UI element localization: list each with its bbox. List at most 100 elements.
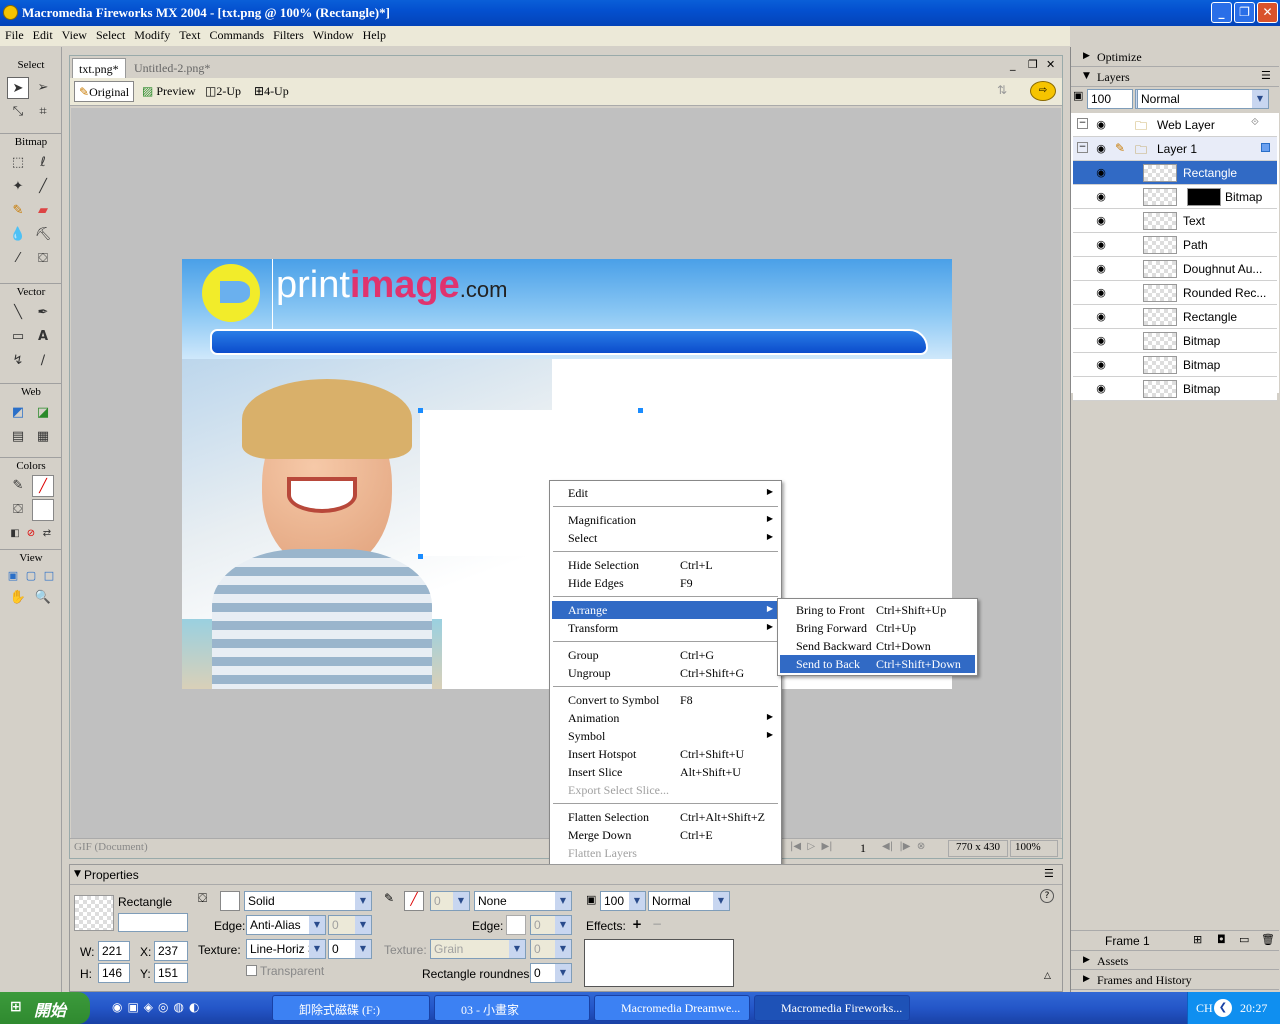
eye-icon[interactable]: ◉ (1093, 311, 1109, 322)
context-item-hide-edges[interactable]: Hide Edges F9 (552, 574, 779, 592)
view-preview-button[interactable]: ▨ Preview (142, 84, 196, 99)
context-item-flatten-selection[interactable]: Flatten Selection Ctrl+Alt+Shift+Z (552, 808, 779, 826)
context-item-merge-down[interactable]: Merge Down Ctrl+E (552, 826, 779, 844)
context-item-ungroup[interactable]: Ungroup Ctrl+Shift+G (552, 664, 779, 682)
start-button[interactable]: ⊞ 開始 (0, 992, 90, 1024)
minimize-button[interactable]: _ (1211, 2, 1232, 23)
eye-icon[interactable]: ◉ (1093, 119, 1109, 130)
tab-txt-png[interactable]: txt.png* (72, 58, 126, 78)
menu-help[interactable]: Help (358, 26, 390, 43)
y-input[interactable]: 151 (154, 963, 188, 983)
context-item-hide-selection[interactable]: Hide Selection Ctrl+L (552, 556, 779, 574)
eye-icon[interactable]: ◉ (1093, 263, 1109, 274)
eye-icon[interactable]: ◉ (1093, 383, 1109, 394)
eye-icon[interactable]: ◉ (1093, 359, 1109, 370)
frame-controls[interactable]: |◀ ▷ ▶| (790, 841, 833, 852)
slice-tool-icon[interactable]: ◪ (32, 402, 54, 424)
freeform-tool-icon[interactable]: ↯ (7, 350, 29, 372)
knife-tool-icon[interactable]: ∕ (32, 350, 54, 372)
rubber-stamp-tool-icon[interactable]: ⛏ (32, 224, 54, 246)
eye-icon[interactable]: ◉ (1093, 167, 1109, 178)
tab-untitled-2[interactable]: Untitled-2.png* (128, 58, 216, 78)
panel-options-icon[interactable]: ☰ (1261, 69, 1271, 82)
close-button[interactable]: ✕ (1257, 2, 1278, 23)
marquee-tool-icon[interactable]: ⬚ (7, 152, 29, 174)
swap-colors-icon[interactable]: ⇄ (36, 523, 58, 545)
layer-object-row[interactable]: ◉ Path (1073, 233, 1277, 257)
selection-handle[interactable] (418, 554, 423, 559)
fill-color-icon[interactable]: ⛋ (7, 499, 29, 521)
new-bitmap-icon[interactable]: ▭ (1239, 933, 1249, 946)
quick-export-icon[interactable]: ⇨ (1030, 81, 1056, 101)
object-opacity-input[interactable]: 100 ▼ (600, 891, 646, 911)
eye-icon[interactable]: ◉ (1093, 335, 1109, 346)
task-paint[interactable]: 03 - 小畫家 (434, 995, 590, 1021)
arrange-item-send-to-back[interactable]: Send to Back Ctrl+Shift+Down (780, 655, 975, 673)
subselection-tool-icon[interactable]: ➢ (32, 77, 54, 99)
text-tool-icon[interactable]: A (32, 326, 54, 348)
hotspot-tool-icon[interactable]: ◩ (7, 402, 29, 424)
layer-object-row[interactable]: ◉ Rounded Rec... (1073, 281, 1277, 305)
fill-texture-amount[interactable]: 0 ▼ (328, 939, 372, 959)
restore-button[interactable]: ❐ (1234, 2, 1255, 23)
transparent-checkbox[interactable] (246, 965, 257, 976)
width-input[interactable]: 221 (98, 941, 130, 961)
layer-object-row[interactable]: ◉ Bitmap (1073, 329, 1277, 353)
menu-window[interactable]: Window (308, 26, 358, 43)
rectangle-tool-icon[interactable]: ▭ (7, 326, 29, 348)
doc-restore-icon[interactable]: ❐ (1028, 58, 1038, 71)
layer-blend-select[interactable]: Normal ▼ (1137, 89, 1269, 109)
task-dreamweaver[interactable]: Macromedia Dreamwe... (594, 995, 750, 1021)
task-fireworks[interactable]: Macromedia Fireworks... (754, 995, 910, 1021)
fill-texture-select[interactable]: Line-Horiz 3 ▼ (246, 939, 326, 959)
panel-options-icon[interactable]: ☰ (1044, 867, 1054, 880)
context-item-group[interactable]: Group Ctrl+G (552, 646, 779, 664)
hand-tool-icon[interactable]: ✋ (7, 587, 29, 609)
arrange-item-send-backward[interactable]: Send Backward Ctrl+Down (780, 637, 975, 655)
layer-object-row[interactable]: ◉ Bitmap (1073, 353, 1277, 377)
pointer-tool-icon[interactable]: ➤ (7, 77, 29, 99)
blur-tool-icon[interactable]: 💧 (7, 224, 29, 246)
paint-bucket-tool-icon[interactable]: ⛋ (32, 248, 54, 270)
layer-object-row[interactable]: ◉ Rectangle (1073, 305, 1277, 329)
view-4up-button[interactable]: ⊞4-Up (254, 84, 289, 99)
trash-icon[interactable]: 🗑 (1261, 933, 1275, 946)
selection-handle[interactable] (418, 408, 423, 413)
edit-pencil-icon[interactable]: ✎ (1115, 141, 1125, 155)
eraser-tool-icon[interactable]: ▰ (32, 200, 54, 222)
share-layer-icon[interactable]: ⟐ (1251, 117, 1259, 128)
export-icon[interactable]: ⇅ (997, 83, 1007, 97)
layer-opacity-input[interactable]: 100 (1087, 89, 1133, 109)
collapse-panel-icon[interactable]: △ (1044, 971, 1051, 981)
context-item-convert-to-symbol[interactable]: Convert to Symbol F8 (552, 691, 779, 709)
crop-tool-icon[interactable]: ⌗ (32, 101, 54, 123)
view-2up-button[interactable]: ◫2-Up (205, 84, 241, 99)
magic-wand-tool-icon[interactable]: ✦ (7, 176, 29, 198)
collapse-icon[interactable]: − (1077, 118, 1088, 129)
context-item-transform[interactable]: Transform ▶ (552, 619, 779, 637)
layer-layer-1[interactable]: − ◉ ✎ 🗀 Layer 1 (1073, 137, 1277, 161)
pen-tool-icon[interactable]: ✒ (32, 302, 54, 324)
eyedropper-tool-icon[interactable]: ⁄ (7, 248, 29, 270)
add-effect-icon[interactable]: + (632, 917, 642, 931)
eye-icon[interactable]: ◉ (1093, 191, 1109, 202)
eye-icon[interactable]: ◉ (1093, 287, 1109, 298)
layer-object-row[interactable]: ◉ Rectangle (1073, 161, 1277, 185)
context-item-edit[interactable]: Edit ▶ (552, 484, 779, 502)
language-indicator[interactable]: CH (1196, 1001, 1213, 1016)
stroke-color-icon[interactable]: ✎ (7, 475, 29, 497)
object-name-input[interactable] (118, 913, 188, 932)
fill-color-swatch[interactable] (220, 891, 240, 911)
arrange-item-bring-to-front[interactable]: Bring to Front Ctrl+Shift+Up (780, 601, 975, 619)
doc-minimize-icon[interactable]: _ (1010, 58, 1016, 71)
view-original-button[interactable]: ✎Original (74, 81, 135, 102)
context-item-animation[interactable]: Animation ▶ (552, 709, 779, 727)
properties-header[interactable]: ▼ Properties ☰ (70, 865, 1062, 885)
context-item-magnification[interactable]: Magnification ▶ (552, 511, 779, 529)
eye-icon[interactable]: ◉ (1093, 143, 1109, 154)
remove-effect-icon[interactable]: − (652, 917, 662, 931)
layers-panel-header[interactable]: ▼ Layers ☰ (1071, 67, 1279, 87)
layer-object-row[interactable]: ◉ Doughnut Au... (1073, 257, 1277, 281)
lasso-tool-icon[interactable]: ℓ (32, 152, 54, 174)
stroke-color-swatch[interactable]: ╱ (404, 891, 424, 911)
